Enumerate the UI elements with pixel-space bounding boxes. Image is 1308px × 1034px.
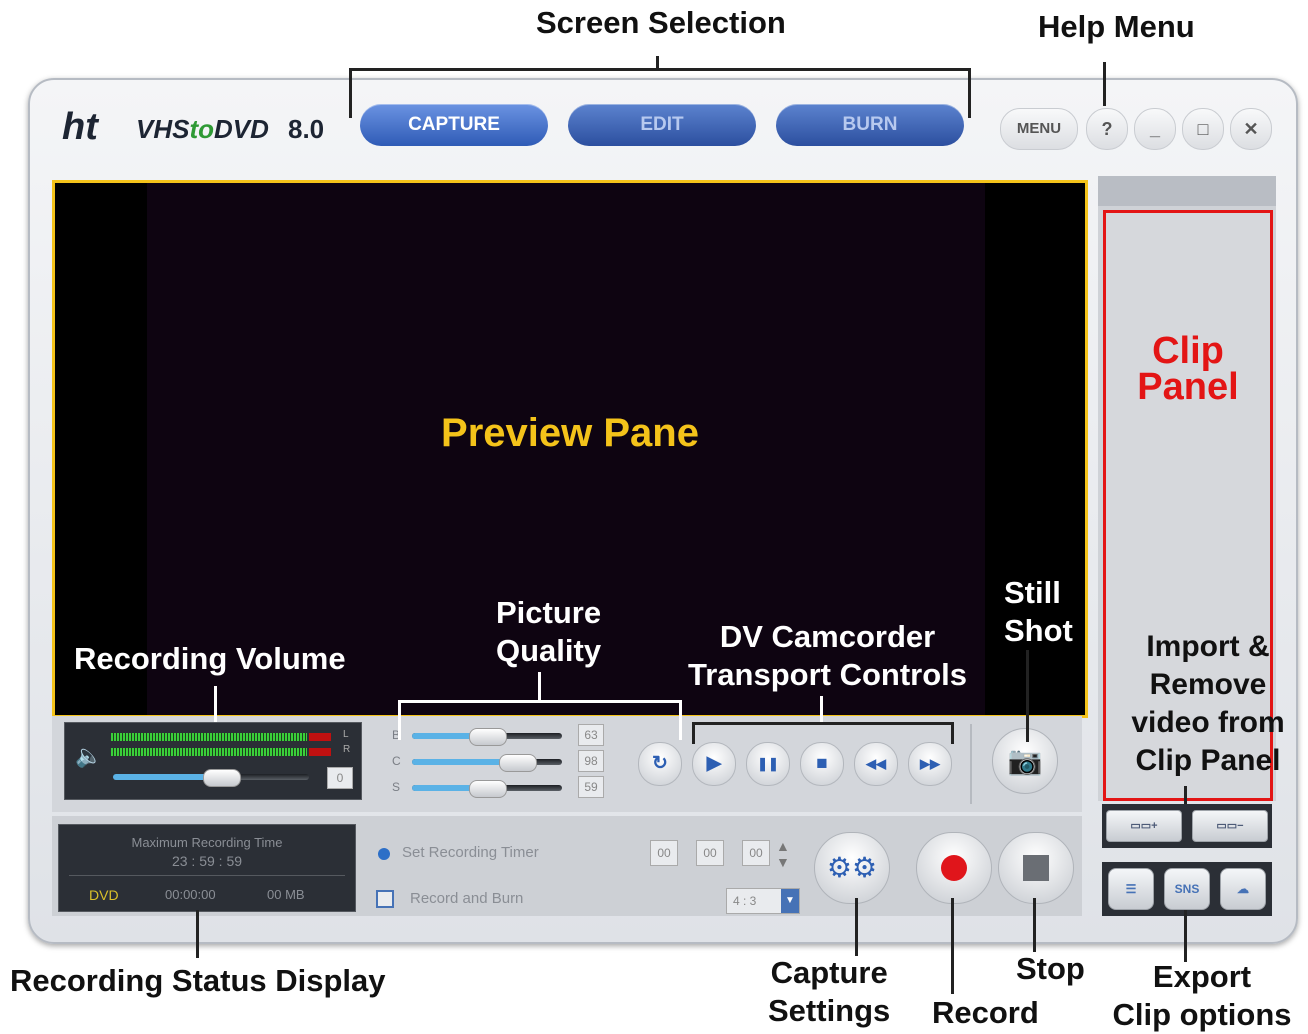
tab-capture[interactable]: CAPTURE xyxy=(360,104,548,146)
volume-channel-right: R xyxy=(343,744,351,755)
record-burn-label: Record and Burn xyxy=(410,890,524,907)
status-bar: Maximum Recording Time 23 : 59 : 59 DVD … xyxy=(52,816,1082,916)
export-cloud-button[interactable]: ☁ xyxy=(1220,868,1266,910)
timer-hours[interactable]: 00 xyxy=(650,840,678,866)
stop-icon xyxy=(1023,855,1049,881)
record-button[interactable] xyxy=(916,832,992,904)
record-burn-checkbox[interactable] xyxy=(376,890,394,908)
rewind-button[interactable]: ◀◀ xyxy=(854,742,898,786)
preview-pane-label: Preview Pane xyxy=(441,411,699,455)
record-icon xyxy=(941,855,967,881)
picture-quality-panel: B 63 C 98 S 59 xyxy=(384,720,624,804)
picture-quality-value: 59 xyxy=(578,776,604,798)
tab-edit[interactable]: EDIT xyxy=(568,104,756,146)
format-label: DVD xyxy=(89,887,119,903)
callout-record: Record xyxy=(932,995,1039,1030)
picture-quality-row: C 98 xyxy=(384,750,624,774)
callout-screen-selection: Screen Selection xyxy=(536,5,786,40)
remove-clip-button[interactable]: ▭▭− xyxy=(1192,810,1268,842)
recorded-size: 00 MB xyxy=(267,887,305,902)
chevron-down-icon: ▼ xyxy=(781,889,799,913)
minimize-button[interactable]: _ xyxy=(1134,108,1176,150)
callout-export: Export Clip options xyxy=(1112,959,1292,1032)
still-shot-button[interactable]: 📷 xyxy=(992,728,1058,794)
app-logo-name: VHStoDVD xyxy=(136,114,269,144)
speaker-icon: 🔈 xyxy=(75,743,103,768)
picture-quality-label: C xyxy=(392,754,401,768)
export-sns-button[interactable]: SNS xyxy=(1164,868,1210,910)
controls-bar: 🔈 L R 0 B 63 C 98 S 59 ↻ ▶ ❚❚ ■ ◀◀ ▶▶ 📷 xyxy=(52,716,1082,812)
title-bar: ht VHStoDVD 8.0 CAPTURE EDIT BURN MENU ?… xyxy=(30,80,1296,175)
timer-minutes[interactable]: 00 xyxy=(696,840,724,866)
callout-recording-volume: Recording Volume xyxy=(74,641,346,676)
tab-burn[interactable]: BURN xyxy=(776,104,964,146)
callout-import-remove: Import & Remove video from Clip Panel xyxy=(1131,630,1285,777)
volume-value: 0 xyxy=(327,767,353,789)
picture-quality-value: 98 xyxy=(578,750,604,772)
callout-capture-settings: Capture Settings xyxy=(768,955,891,1028)
volume-slider-knob[interactable] xyxy=(203,769,241,787)
import-remove-frame: ▭▭+ ▭▭− xyxy=(1102,804,1272,848)
clip-panel-header xyxy=(1098,176,1276,206)
volume-meter-left xyxy=(111,733,307,741)
fast-forward-button[interactable]: ▶▶ xyxy=(908,742,952,786)
import-clip-button[interactable]: ▭▭+ xyxy=(1106,810,1182,842)
picture-quality-row: S 59 xyxy=(384,776,624,800)
app-version: 8.0 xyxy=(288,114,325,144)
maximize-button[interactable]: □ xyxy=(1182,108,1224,150)
reset-button[interactable]: ↻ xyxy=(638,742,682,786)
app-window: ht VHStoDVD 8.0 CAPTURE EDIT BURN MENU ?… xyxy=(28,78,1298,944)
export-frame: ☰ SNS ☁ xyxy=(1102,862,1272,916)
stop-button[interactable] xyxy=(998,832,1074,904)
recording-volume-panel: 🔈 L R 0 xyxy=(64,722,362,800)
menu-button[interactable]: MENU xyxy=(1000,108,1078,150)
capture-settings-button[interactable]: ⚙⚙ xyxy=(814,832,890,904)
stop-transport-button[interactable]: ■ xyxy=(800,742,844,786)
timer-stepper[interactable]: ▲ ▼ xyxy=(776,838,790,870)
callout-still-shot: Still Shot xyxy=(1004,575,1073,648)
callout-picture-quality: Picture Quality xyxy=(496,595,602,668)
timer-seconds[interactable]: 00 xyxy=(742,840,770,866)
app-logo-ht: ht xyxy=(62,106,98,148)
clip-panel-label: Clip Panel xyxy=(1137,330,1239,408)
play-button[interactable]: ▶ xyxy=(692,742,736,786)
picture-quality-knob[interactable] xyxy=(499,754,537,772)
volume-channel-left: L xyxy=(343,729,349,740)
picture-quality-value: 63 xyxy=(578,724,604,746)
pause-button[interactable]: ❚❚ xyxy=(746,742,790,786)
gears-icon: ⚙⚙ xyxy=(826,852,878,883)
elapsed-time: 00:00:00 xyxy=(165,887,216,902)
picture-quality-row: B 63 xyxy=(384,724,624,748)
camera-icon: 📷 xyxy=(1007,745,1043,776)
max-recording-label: Maximum Recording Time xyxy=(131,835,283,850)
callout-stop: Stop xyxy=(1016,951,1085,986)
export-file-button[interactable]: ☰ xyxy=(1108,868,1154,910)
close-button[interactable]: ✕ xyxy=(1230,108,1272,150)
recording-status-display: Maximum Recording Time 23 : 59 : 59 DVD … xyxy=(58,824,356,912)
set-timer-radio[interactable] xyxy=(378,848,390,860)
picture-quality-label: S xyxy=(392,780,401,794)
aspect-ratio-select[interactable]: 4 : 3 ▼ xyxy=(726,888,800,914)
callout-help-menu: Help Menu xyxy=(1038,9,1195,44)
set-timer-label: Set Recording Timer xyxy=(402,844,539,861)
max-recording-time: 23 : 59 : 59 xyxy=(171,853,243,869)
volume-meter-right xyxy=(111,748,307,756)
callout-recording-status: Recording Status Display xyxy=(10,963,386,998)
callout-dv-camcorder: DV Camcorder Transport Controls xyxy=(688,619,968,692)
help-button[interactable]: ? xyxy=(1086,108,1128,150)
picture-quality-knob[interactable] xyxy=(469,780,507,798)
picture-quality-knob[interactable] xyxy=(469,728,507,746)
